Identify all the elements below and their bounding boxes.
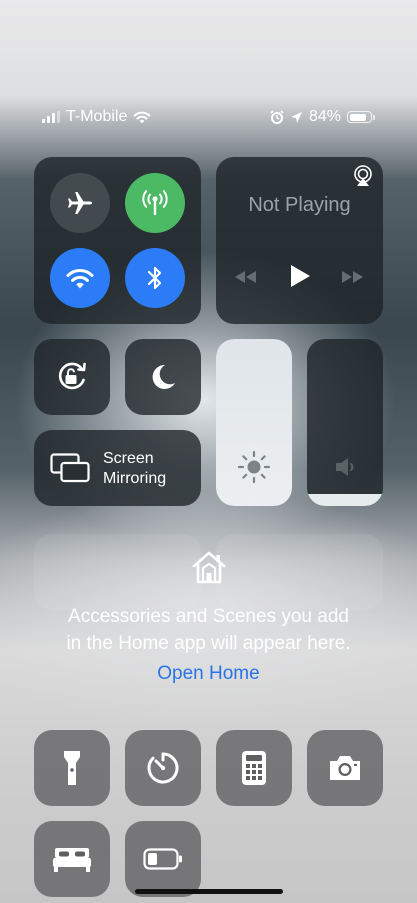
orientation-lock-icon [58, 362, 86, 390]
status-bar-right: 84% [270, 104, 375, 130]
wifi-toggle[interactable] [50, 248, 110, 308]
camera-button[interactable] [307, 730, 383, 806]
screen-mirroring-icon [50, 453, 90, 483]
home-placeholder-tile [34, 534, 201, 610]
screen-mirroring-button[interactable]: Screen Mirroring [34, 430, 201, 506]
open-home-link[interactable]: Open Home [0, 663, 417, 685]
fast-forward-icon[interactable] [340, 269, 366, 285]
sleep-mode-button[interactable] [34, 821, 110, 897]
timer-button[interactable] [125, 730, 201, 806]
wifi-icon [66, 268, 94, 289]
home-icon [192, 551, 226, 584]
orientation-lock-toggle[interactable] [34, 339, 110, 415]
now-playing-title: Not Playing [248, 194, 351, 216]
calculator-icon [242, 751, 266, 785]
flashlight-icon [64, 751, 80, 785]
home-placeholder-tile [216, 534, 383, 610]
brightness-slider[interactable] [216, 339, 292, 506]
wifi-status-icon [133, 111, 151, 124]
battery-percentage: 84% [308, 108, 341, 125]
airplay-audio-icon[interactable] [352, 165, 374, 187]
screen-mirroring-label: Screen Mirroring [103, 450, 167, 487]
rewind-icon[interactable] [232, 269, 258, 285]
airplane-mode-toggle[interactable] [50, 173, 110, 233]
alarm-icon [270, 110, 284, 124]
brightness-sun-icon [237, 450, 271, 484]
low-power-battery-icon [143, 848, 182, 870]
home-empty-message: Accessories and Scenes you add in the Ho… [66, 606, 351, 654]
carrier-name: T-Mobile [66, 108, 128, 125]
low-power-mode-button[interactable] [125, 821, 201, 897]
status-bar-left: T-Mobile [42, 104, 151, 130]
antenna-icon [142, 190, 168, 216]
camera-icon [330, 756, 360, 780]
bluetooth-icon [147, 266, 162, 290]
timer-icon [147, 752, 179, 784]
home-indicator[interactable] [135, 889, 283, 894]
airplane-icon [68, 192, 92, 214]
do-not-disturb-toggle[interactable] [125, 339, 201, 415]
volume-slider[interactable] [307, 339, 383, 506]
battery-icon [347, 111, 375, 123]
moon-icon [152, 364, 175, 389]
speaker-icon [336, 458, 354, 476]
flashlight-button[interactable] [34, 730, 110, 806]
location-icon [290, 111, 302, 123]
play-icon[interactable] [288, 263, 312, 289]
cellular-signal-icon [42, 111, 60, 123]
calculator-button[interactable] [216, 730, 292, 806]
cellular-data-toggle[interactable] [125, 173, 185, 233]
bed-icon [53, 848, 91, 872]
connectivity-module [34, 157, 201, 324]
now-playing-module[interactable]: Not Playing [216, 157, 383, 324]
bluetooth-toggle[interactable] [125, 248, 185, 308]
volume-level-fill [307, 494, 383, 506]
